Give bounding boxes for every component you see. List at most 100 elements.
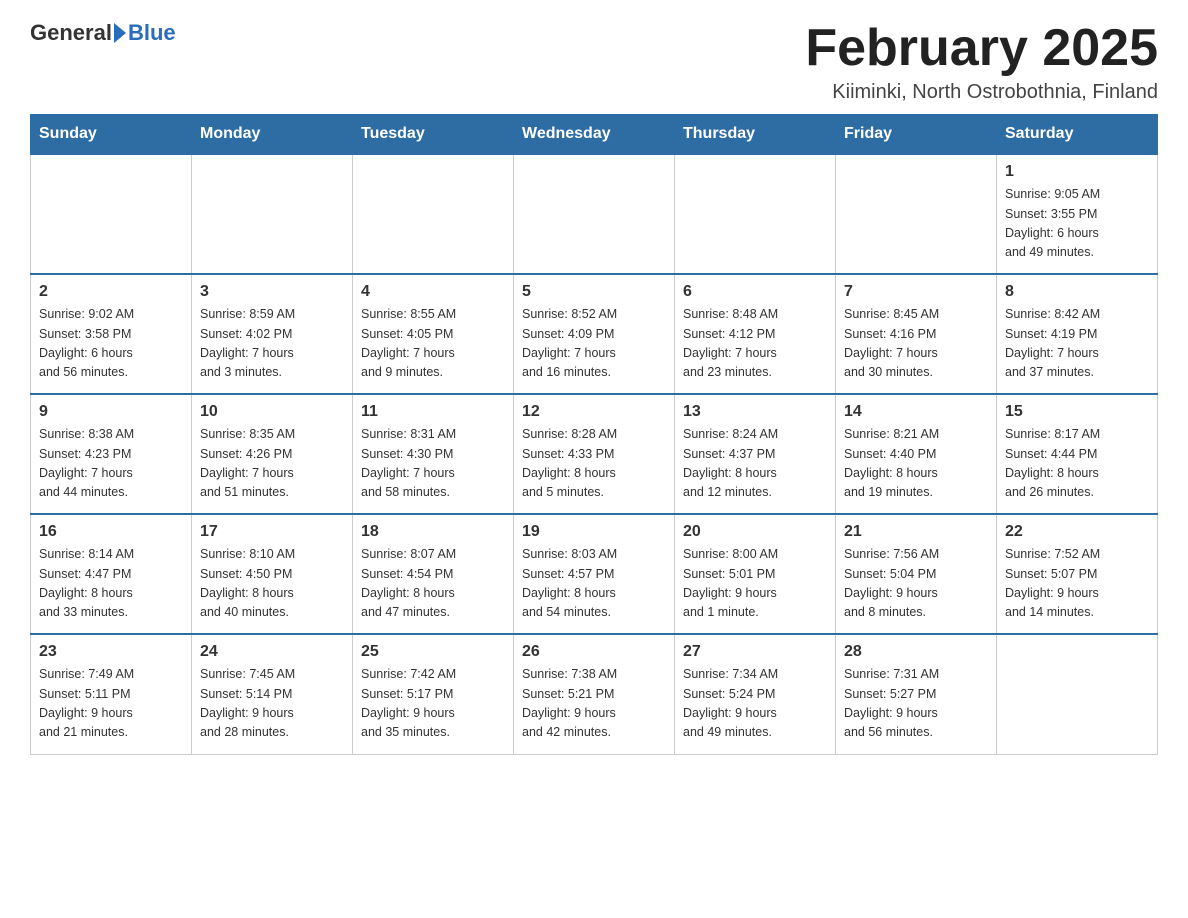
calendar-cell: 7 Sunrise: 8:45 AM Sunset: 4:16 PM Daylig… [836, 274, 997, 394]
day-info: Sunrise: 8:45 AM Sunset: 4:16 PM Dayligh… [844, 305, 988, 383]
day-info: Sunrise: 8:07 AM Sunset: 4:54 PM Dayligh… [361, 545, 505, 623]
calendar-cell: 27Sunrise: 7:34 AM Sunset: 5:24 PM Dayli… [675, 634, 836, 754]
day-number: 17 [200, 523, 344, 541]
day-number: 25 [361, 643, 505, 661]
day-info: Sunrise: 8:48 AM Sunset: 4:12 PM Dayligh… [683, 305, 827, 383]
day-number: 1 [1005, 163, 1149, 181]
calendar-cell [836, 154, 997, 274]
weekday-header-thursday: Thursday [675, 115, 836, 155]
calendar-cell: 5 Sunrise: 8:52 AM Sunset: 4:09 PM Daylig… [514, 274, 675, 394]
month-title: February 2025 [805, 20, 1158, 77]
day-info: Sunrise: 9:02 AM Sunset: 3:58 PM Dayligh… [39, 305, 183, 383]
day-info: Sunrise: 8:55 AM Sunset: 4:05 PM Dayligh… [361, 305, 505, 383]
weekday-header-row: SundayMondayTuesdayWednesdayThursdayFrid… [31, 115, 1158, 155]
day-info: Sunrise: 7:34 AM Sunset: 5:24 PM Dayligh… [683, 665, 827, 743]
calendar-cell: 9 Sunrise: 8:38 AM Sunset: 4:23 PM Daylig… [31, 394, 192, 514]
calendar-table: SundayMondayTuesdayWednesdayThursdayFrid… [30, 114, 1158, 755]
calendar-cell: 14 Sunrise: 8:21 AM Sunset: 4:40 PM Dayli… [836, 394, 997, 514]
calendar-cell: 23 Sunrise: 7:49 AM Sunset: 5:11 PM Dayli… [31, 634, 192, 754]
calendar-cell: 18 Sunrise: 8:07 AM Sunset: 4:54 PM Dayli… [353, 514, 514, 634]
day-number: 11 [361, 403, 505, 421]
weekday-header-wednesday: Wednesday [514, 115, 675, 155]
calendar-cell: 22 Sunrise: 7:52 AM Sunset: 5:07 PM Dayli… [997, 514, 1158, 634]
day-number: 13 [683, 403, 827, 421]
calendar-week-row: 9 Sunrise: 8:38 AM Sunset: 4:23 PM Daylig… [31, 394, 1158, 514]
weekday-header-saturday: Saturday [997, 115, 1158, 155]
day-info: Sunrise: 8:28 AM Sunset: 4:33 PM Dayligh… [522, 425, 666, 503]
day-number: 20 [683, 523, 827, 541]
day-info: Sunrise: 8:17 AM Sunset: 4:44 PM Dayligh… [1005, 425, 1149, 503]
calendar-cell: 20 Sunrise: 8:00 AM Sunset: 5:01 PM Dayli… [675, 514, 836, 634]
calendar-week-row: 2 Sunrise: 9:02 AM Sunset: 3:58 PM Daylig… [31, 274, 1158, 394]
calendar-cell: 15 Sunrise: 8:17 AM Sunset: 4:44 PM Dayli… [997, 394, 1158, 514]
day-number: 7 [844, 283, 988, 301]
calendar-cell [192, 154, 353, 274]
calendar-cell: 21Sunrise: 7:56 AM Sunset: 5:04 PM Dayli… [836, 514, 997, 634]
day-number: 5 [522, 283, 666, 301]
day-number: 19 [522, 523, 666, 541]
calendar-cell: 25 Sunrise: 7:42 AM Sunset: 5:17 PM Dayli… [353, 634, 514, 754]
calendar-cell [997, 634, 1158, 754]
calendar-cell: 11 Sunrise: 8:31 AM Sunset: 4:30 PM Dayli… [353, 394, 514, 514]
day-info: Sunrise: 8:31 AM Sunset: 4:30 PM Dayligh… [361, 425, 505, 503]
day-number: 14 [844, 403, 988, 421]
day-number: 9 [39, 403, 183, 421]
weekday-header-friday: Friday [836, 115, 997, 155]
day-info: Sunrise: 8:21 AM Sunset: 4:40 PM Dayligh… [844, 425, 988, 503]
calendar-body: 1Sunrise: 9:05 AM Sunset: 3:55 PM Daylig… [31, 154, 1158, 754]
day-number: 26 [522, 643, 666, 661]
day-number: 28 [844, 643, 988, 661]
day-number: 10 [200, 403, 344, 421]
calendar-cell: 2 Sunrise: 9:02 AM Sunset: 3:58 PM Daylig… [31, 274, 192, 394]
location-title: Kiiminki, North Ostrobothnia, Finland [805, 81, 1158, 104]
calendar-cell: 16Sunrise: 8:14 AM Sunset: 4:47 PM Dayli… [31, 514, 192, 634]
calendar-cell: 13Sunrise: 8:24 AM Sunset: 4:37 PM Dayli… [675, 394, 836, 514]
calendar-cell: 24 Sunrise: 7:45 AM Sunset: 5:14 PM Dayli… [192, 634, 353, 754]
calendar-cell: 10 Sunrise: 8:35 AM Sunset: 4:26 PM Dayli… [192, 394, 353, 514]
calendar-cell: 3Sunrise: 8:59 AM Sunset: 4:02 PM Daylig… [192, 274, 353, 394]
day-number: 16 [39, 523, 183, 541]
calendar-cell: 12Sunrise: 8:28 AM Sunset: 4:33 PM Dayli… [514, 394, 675, 514]
day-number: 24 [200, 643, 344, 661]
calendar-cell: 1Sunrise: 9:05 AM Sunset: 3:55 PM Daylig… [997, 154, 1158, 274]
day-number: 23 [39, 643, 183, 661]
day-number: 22 [1005, 523, 1149, 541]
logo-general-text: General [30, 20, 112, 46]
day-number: 3 [200, 283, 344, 301]
day-info: Sunrise: 7:42 AM Sunset: 5:17 PM Dayligh… [361, 665, 505, 743]
day-number: 8 [1005, 283, 1149, 301]
logo: General Blue [30, 20, 176, 46]
day-info: Sunrise: 7:56 AM Sunset: 5:04 PM Dayligh… [844, 545, 988, 623]
page-header: General Blue February 2025 Kiiminki, Nor… [30, 20, 1158, 104]
day-info: Sunrise: 8:52 AM Sunset: 4:09 PM Dayligh… [522, 305, 666, 383]
calendar-cell: 19 Sunrise: 8:03 AM Sunset: 4:57 PM Dayli… [514, 514, 675, 634]
day-info: Sunrise: 7:31 AM Sunset: 5:27 PM Dayligh… [844, 665, 988, 743]
calendar-title-area: February 2025 Kiiminki, North Ostrobothn… [805, 20, 1158, 104]
weekday-header-tuesday: Tuesday [353, 115, 514, 155]
day-number: 18 [361, 523, 505, 541]
calendar-cell: 6 Sunrise: 8:48 AM Sunset: 4:12 PM Daylig… [675, 274, 836, 394]
day-number: 6 [683, 283, 827, 301]
calendar-week-row: 16Sunrise: 8:14 AM Sunset: 4:47 PM Dayli… [31, 514, 1158, 634]
day-number: 4 [361, 283, 505, 301]
weekday-header-sunday: Sunday [31, 115, 192, 155]
calendar-cell: 17 Sunrise: 8:10 AM Sunset: 4:50 PM Dayli… [192, 514, 353, 634]
day-info: Sunrise: 7:45 AM Sunset: 5:14 PM Dayligh… [200, 665, 344, 743]
day-info: Sunrise: 7:38 AM Sunset: 5:21 PM Dayligh… [522, 665, 666, 743]
day-info: Sunrise: 7:52 AM Sunset: 5:07 PM Dayligh… [1005, 545, 1149, 623]
calendar-cell [31, 154, 192, 274]
calendar-cell [675, 154, 836, 274]
weekday-header-monday: Monday [192, 115, 353, 155]
calendar-cell: 4 Sunrise: 8:55 AM Sunset: 4:05 PM Daylig… [353, 274, 514, 394]
day-number: 2 [39, 283, 183, 301]
day-info: Sunrise: 8:00 AM Sunset: 5:01 PM Dayligh… [683, 545, 827, 623]
day-number: 15 [1005, 403, 1149, 421]
day-info: Sunrise: 8:03 AM Sunset: 4:57 PM Dayligh… [522, 545, 666, 623]
day-info: Sunrise: 8:38 AM Sunset: 4:23 PM Dayligh… [39, 425, 183, 503]
day-info: Sunrise: 7:49 AM Sunset: 5:11 PM Dayligh… [39, 665, 183, 743]
day-info: Sunrise: 8:10 AM Sunset: 4:50 PM Dayligh… [200, 545, 344, 623]
calendar-cell: 26 Sunrise: 7:38 AM Sunset: 5:21 PM Dayli… [514, 634, 675, 754]
calendar-cell [514, 154, 675, 274]
day-info: Sunrise: 8:35 AM Sunset: 4:26 PM Dayligh… [200, 425, 344, 503]
calendar-cell: 28 Sunrise: 7:31 AM Sunset: 5:27 PM Dayli… [836, 634, 997, 754]
